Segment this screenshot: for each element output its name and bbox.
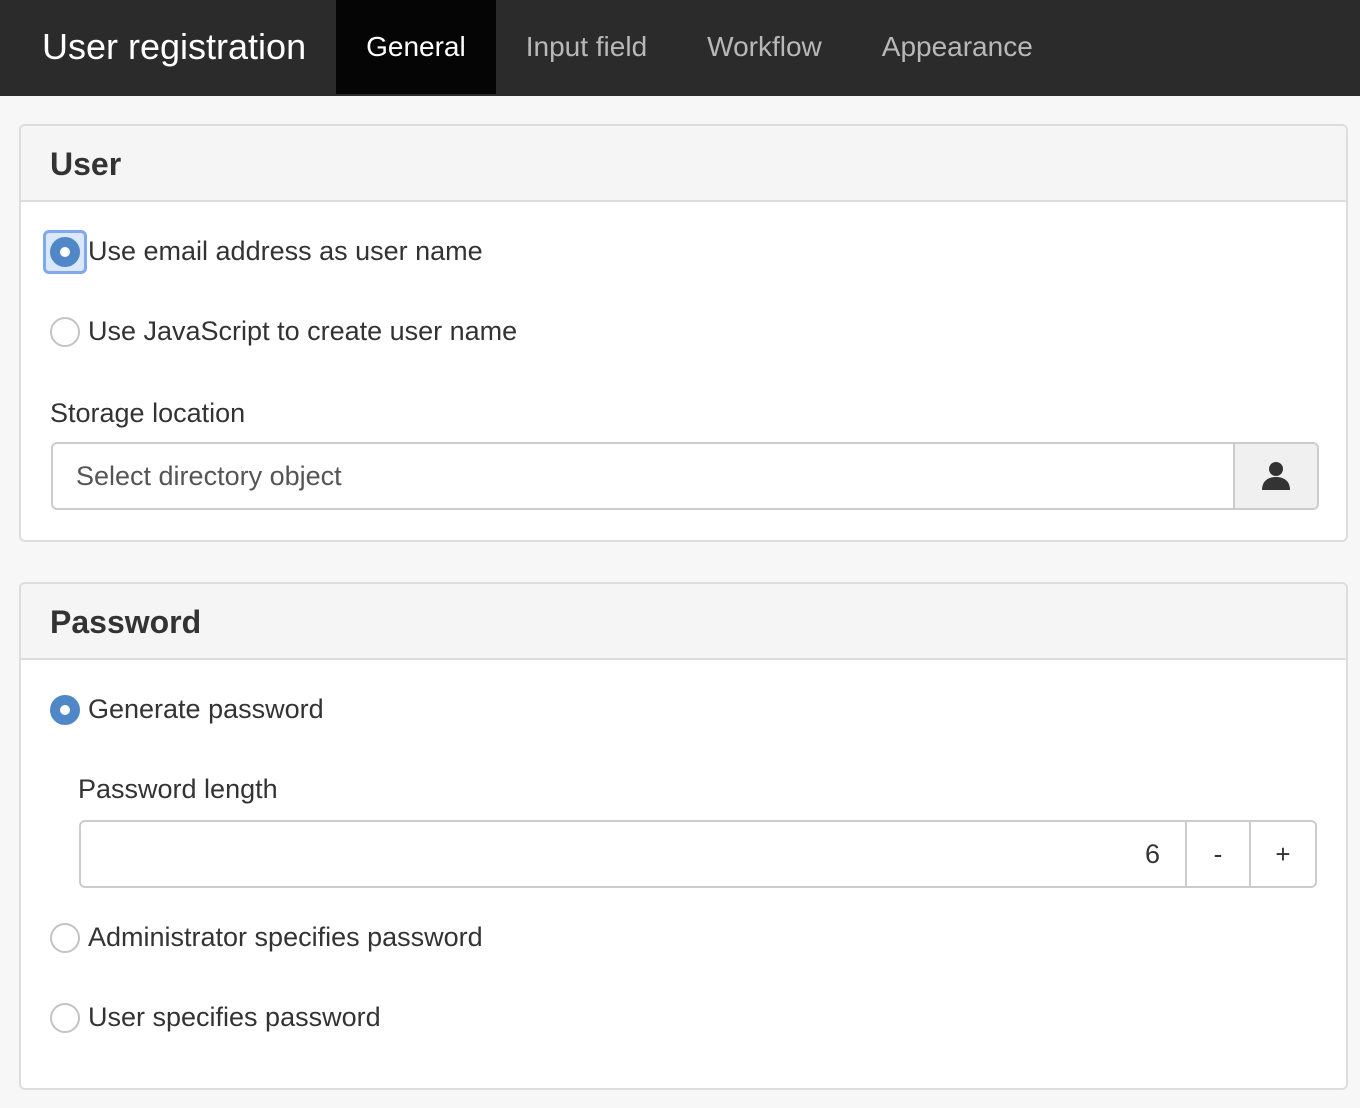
radio-use-javascript[interactable]: Use JavaScript to create user name bbox=[50, 316, 517, 347]
radio-label: Use JavaScript to create user name bbox=[88, 316, 518, 346]
radio-label: User specifies password bbox=[88, 1002, 381, 1032]
app-title: User registration bbox=[42, 26, 307, 67]
password-length-label: Password length bbox=[78, 774, 278, 804]
increment-button[interactable]: + bbox=[1249, 822, 1315, 886]
radio-user-password[interactable]: User specifies password bbox=[50, 1002, 381, 1033]
radio-administrator-password[interactable]: Administrator specifies password bbox=[50, 922, 483, 953]
password-panel-title: Password bbox=[21, 584, 1346, 660]
radio-label: Generate password bbox=[88, 694, 324, 724]
top-navbar: User registration General Input field Wo… bbox=[0, 0, 1360, 96]
user-icon bbox=[1262, 462, 1290, 490]
select-directory-button[interactable] bbox=[1233, 444, 1317, 508]
radio-label: Administrator specifies password bbox=[88, 922, 483, 952]
radio-button[interactable] bbox=[50, 316, 80, 347]
tab-input-field[interactable]: Input field bbox=[496, 0, 677, 96]
radio-use-email[interactable]: Use email address as user name bbox=[50, 236, 483, 267]
storage-location-field: Select directory object bbox=[51, 442, 1319, 510]
storage-location-label: Storage location bbox=[50, 398, 246, 428]
radio-button[interactable] bbox=[50, 922, 80, 953]
radio-button-checked[interactable] bbox=[50, 236, 80, 267]
radio-button[interactable] bbox=[50, 1002, 80, 1033]
tab-workflow[interactable]: Workflow bbox=[677, 0, 852, 96]
user-panel: User Use email address as user name Use … bbox=[19, 124, 1348, 542]
radio-generate-password[interactable]: Generate password bbox=[50, 694, 324, 725]
radio-label: Use email address as user name bbox=[88, 236, 483, 266]
user-panel-title: User bbox=[21, 126, 1346, 202]
password-panel: Password Generate password Password leng… bbox=[19, 582, 1348, 1090]
decrement-button[interactable]: - bbox=[1185, 822, 1249, 886]
password-length-stepper: 6 - + bbox=[79, 820, 1317, 888]
password-length-input[interactable]: 6 bbox=[81, 822, 1185, 886]
storage-location-input[interactable]: Select directory object bbox=[53, 444, 1233, 508]
tab-general[interactable]: General bbox=[336, 0, 496, 94]
tab-appearance[interactable]: Appearance bbox=[852, 0, 1063, 96]
radio-button-checked[interactable] bbox=[50, 694, 80, 725]
